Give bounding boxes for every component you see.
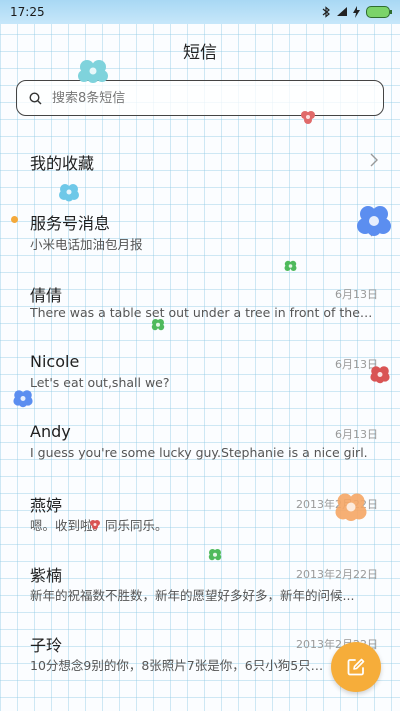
conversation-name: Andy	[30, 422, 71, 441]
conversation-preview: There was a table set out under a tree i…	[30, 305, 375, 320]
conversation-preview: 小米电话加油包月报	[30, 237, 143, 252]
status-bar: 17:25	[0, 0, 400, 24]
status-time: 17:25	[10, 5, 45, 19]
bluetooth-icon	[322, 6, 330, 18]
flower-decoration	[208, 549, 222, 561]
flower-decoration	[151, 319, 165, 331]
chevron-right-icon	[370, 153, 378, 167]
flower-decoration	[13, 390, 33, 408]
flower-decoration	[357, 206, 391, 236]
conversation-preview: 新年的祝福数不胜数，新年的愿望好多好多，新年的问候...	[30, 588, 355, 603]
favorites-label: 我的收藏	[30, 154, 95, 173]
flower-decoration	[301, 111, 315, 124]
search-box[interactable]	[16, 80, 384, 116]
conversation-row[interactable]: Nicole 6月13日 Let's eat out,shall we?	[0, 342, 400, 404]
compose-icon	[347, 658, 365, 676]
battery-icon	[366, 6, 392, 18]
conversation-row[interactable]: 紫楠 2013年2月22日 新年的祝福数不胜数，新年的愿望好多好多，新年的问候.…	[0, 552, 400, 614]
charging-icon	[353, 6, 360, 18]
conversation-preview: Let's eat out,shall we?	[30, 375, 170, 390]
unread-dot	[11, 216, 18, 223]
conversation-name: Nicole	[30, 352, 80, 371]
conversation-name: 紫楠	[30, 566, 63, 585]
conversation-row[interactable]: 倩倩 6月13日 There was a table set out under…	[0, 272, 400, 334]
status-icons	[322, 6, 392, 18]
conversation-name: 倩倩	[30, 286, 63, 305]
conversation-date: 6月13日	[335, 288, 378, 301]
favorites-row[interactable]: 我的收藏	[0, 140, 400, 182]
conversation-row[interactable]: Andy 6月13日 I guess you're some lucky guy…	[0, 412, 400, 474]
conversation-preview: 嗯。收到啦。同乐同乐。	[30, 518, 168, 533]
flower-decoration	[284, 260, 297, 271]
flower-decoration	[78, 60, 108, 83]
conversation-date: 2013年2月22日	[296, 568, 378, 581]
search-input[interactable]	[50, 89, 354, 107]
compose-button[interactable]	[331, 642, 381, 692]
conversation-date: 6月13日	[335, 428, 378, 441]
flower-decoration	[90, 520, 100, 530]
wifi-icon	[337, 7, 347, 16]
conversation-name: 服务号消息	[30, 214, 111, 233]
flower-decoration	[59, 184, 79, 202]
search-icon	[29, 91, 42, 104]
conversation-preview: 10分想念9别的你，8张照片7张是你，6只小狗5只像你...	[30, 658, 330, 673]
conversation-name: 子玲	[30, 636, 63, 655]
flower-decoration	[370, 366, 390, 384]
page-title: 短信	[183, 43, 217, 63]
conversation-name: 燕婷	[30, 496, 63, 515]
conversation-row[interactable]: 服务号消息 小米电话加油包月报	[0, 200, 400, 260]
conversation-preview: I guess you're some lucky guy.Stephanie …	[30, 445, 368, 460]
flower-decoration	[335, 493, 367, 521]
